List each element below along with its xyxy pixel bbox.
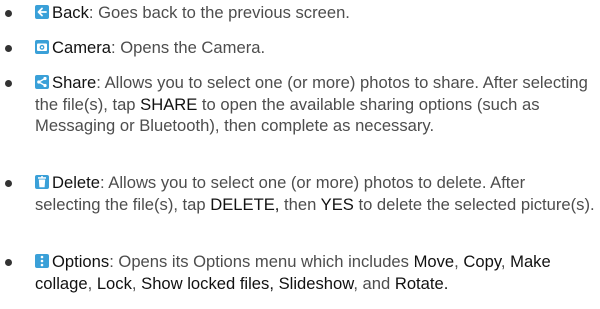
desc: then: [279, 194, 321, 214]
term-options: Options: [52, 252, 110, 271]
item-text: Back: Goes back to the previous screen.: [35, 2, 595, 24]
keyword: Rotate.: [394, 273, 449, 293]
desc: ,: [131, 273, 142, 293]
term-share: Share: [52, 73, 97, 92]
desc: , and: [353, 273, 395, 293]
desc: to delete the selected picture(s).: [353, 194, 595, 214]
item-text: Options: Opens its Options menu which in…: [35, 251, 595, 294]
bullet: [5, 259, 12, 266]
bullet: [5, 80, 12, 87]
term-back: Back: [52, 3, 89, 22]
more-options-icon: [35, 254, 49, 268]
desc: ,: [454, 252, 464, 271]
keyword: Copy: [463, 252, 501, 271]
item-text: Delete: Allows you to select one (or mor…: [35, 172, 595, 215]
back-arrow-icon: [35, 5, 49, 19]
trash-icon: [35, 175, 49, 189]
desc: ,: [500, 252, 511, 271]
bullet: [5, 10, 12, 17]
camera-icon: [35, 40, 49, 54]
desc: : Goes back to the previous screen.: [88, 3, 350, 22]
keyword: DELETE,: [210, 194, 280, 214]
keyword: Slideshow: [278, 273, 354, 293]
desc: ,: [87, 273, 97, 293]
keyword: Move: [413, 252, 455, 271]
desc: : Opens the Camera.: [111, 38, 266, 57]
desc: : Opens its Options menu which includes: [109, 252, 414, 271]
keyword: YES: [320, 194, 354, 214]
item-text: Camera: Opens the Camera.: [35, 37, 595, 59]
share-icon: [35, 75, 49, 89]
keyword: SHARE: [140, 94, 198, 114]
keyword: Lock: [96, 273, 132, 293]
bullet: [5, 45, 12, 52]
term-delete: Delete: [52, 173, 100, 192]
bullet: [5, 180, 12, 187]
term-camera: Camera: [52, 38, 112, 57]
item-text: Share: Allows you to select one (or more…: [35, 72, 595, 137]
keyword: Show locked files,: [141, 273, 274, 293]
